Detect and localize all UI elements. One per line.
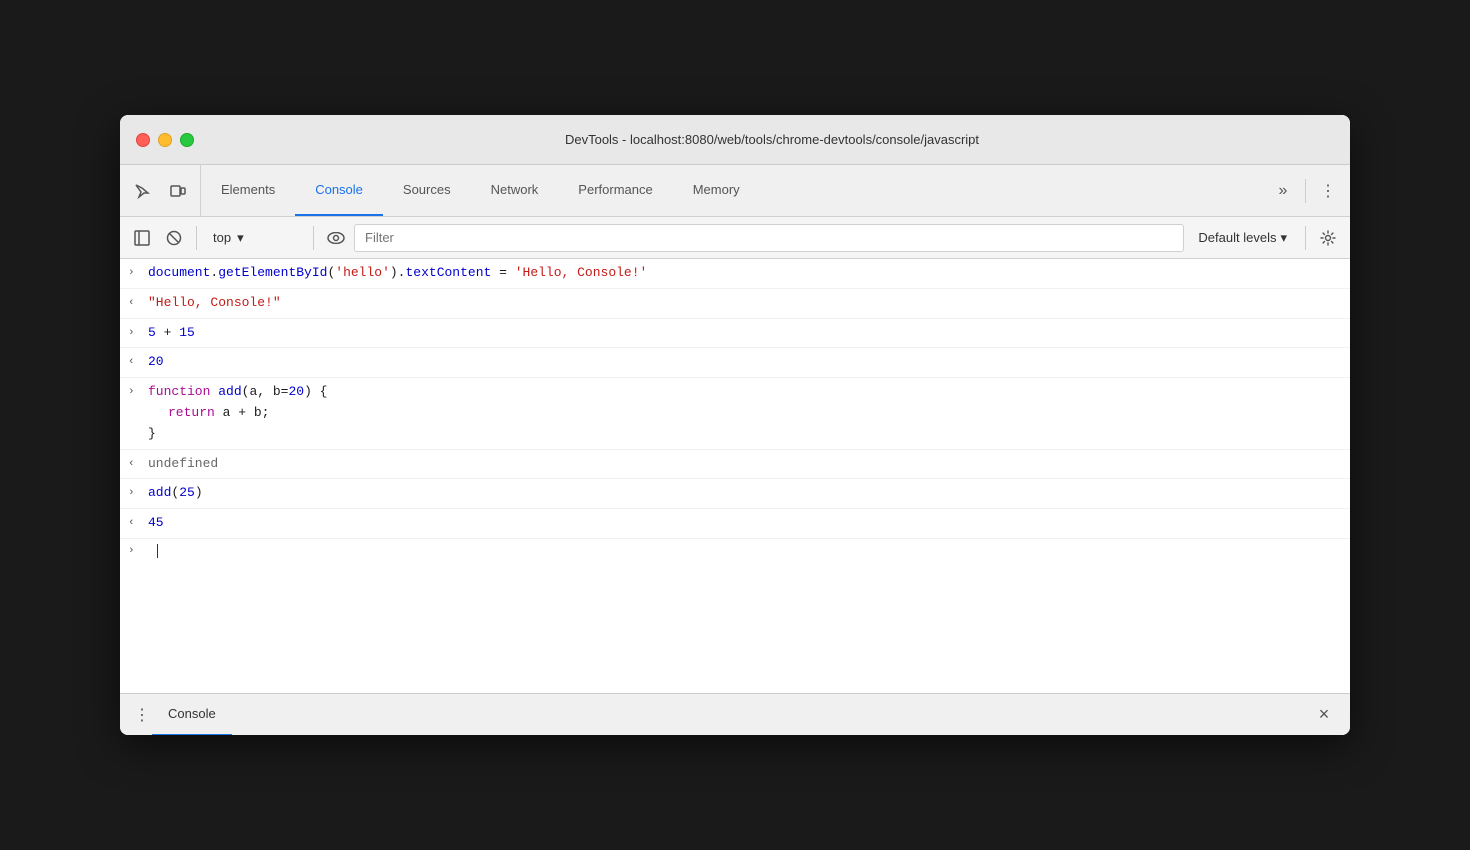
drawer-console-tab[interactable]: Console — [152, 694, 232, 736]
tab-memory[interactable]: Memory — [673, 165, 760, 216]
toolbar-divider-2 — [313, 226, 314, 250]
inspect-icon[interactable] — [128, 177, 156, 205]
drawer-menu-button[interactable]: ⋮ — [132, 705, 152, 725]
minimize-button[interactable] — [158, 133, 172, 147]
tab-network[interactable]: Network — [471, 165, 559, 216]
devtools-window: DevTools - localhost:8080/web/tools/chro… — [120, 115, 1350, 735]
entry-arrow-input: › — [128, 485, 140, 503]
tab-elements[interactable]: Elements — [201, 165, 295, 216]
maximize-button[interactable] — [180, 133, 194, 147]
console-entry: › document.getElementById('hello').textC… — [120, 259, 1350, 289]
entry-content: document.getElementById('hello').textCon… — [148, 263, 1342, 284]
entry-arrow-output: ‹ — [128, 295, 140, 313]
toolbar-divider-1 — [196, 226, 197, 250]
traffic-lights — [136, 133, 194, 147]
devtools-menu-button[interactable]: ⋮ — [1314, 177, 1342, 205]
entry-content: 20 — [148, 352, 1342, 373]
more-tabs-button[interactable]: » — [1269, 177, 1297, 205]
tabs-bar: Elements Console Sources Network Perform… — [120, 165, 1350, 217]
title-bar: DevTools - localhost:8080/web/tools/chro… — [120, 115, 1350, 165]
console-input-cursor[interactable] — [156, 543, 158, 558]
tab-performance[interactable]: Performance — [558, 165, 672, 216]
tab-console[interactable]: Console — [295, 165, 383, 216]
entry-arrow-output: ‹ — [128, 354, 140, 372]
entry-content: 5 + 15 — [148, 323, 1342, 344]
live-expressions-button[interactable] — [322, 224, 350, 252]
console-entry: › function add(a, b=20) { return a + b; … — [120, 378, 1350, 449]
context-selector[interactable]: top ▾ — [205, 224, 305, 252]
tabs-end: » ⋮ — [1261, 165, 1350, 216]
default-levels-button[interactable]: Default levels ▾ — [1188, 224, 1297, 252]
entry-arrow-input: › — [128, 325, 140, 343]
drawer-close-button[interactable]: × — [1310, 701, 1338, 729]
cursor — [157, 544, 158, 558]
entry-content: function add(a, b=20) { return a + b; } — [148, 382, 1342, 444]
close-button[interactable] — [136, 133, 150, 147]
bottom-drawer: ⋮ Console × — [120, 693, 1350, 735]
console-entry: ‹ "Hello, Console!" — [120, 289, 1350, 319]
console-output[interactable]: › document.getElementById('hello').textC… — [120, 259, 1350, 693]
entry-arrow-output: ‹ — [128, 515, 140, 533]
console-entry: ‹ 45 — [120, 509, 1350, 539]
console-toolbar: top ▾ Default levels ▾ — [120, 217, 1350, 259]
toolbar-divider-3 — [1305, 226, 1306, 250]
filter-input[interactable] — [354, 224, 1184, 252]
console-entry: ‹ 20 — [120, 348, 1350, 378]
entry-arrow-output: ‹ — [128, 456, 140, 474]
entry-content: "Hello, Console!" — [148, 293, 1342, 314]
entry-arrow-input: › — [128, 384, 140, 402]
console-entry: › add(25) — [120, 479, 1350, 509]
tab-sources[interactable]: Sources — [383, 165, 471, 216]
console-entry: › 5 + 15 — [120, 319, 1350, 349]
divider — [1305, 179, 1306, 203]
entry-arrow-input: › — [128, 265, 140, 283]
console-entry: ‹ undefined — [120, 450, 1350, 480]
settings-button[interactable] — [1314, 224, 1342, 252]
console-input-line[interactable]: › — [120, 539, 1350, 562]
device-mode-icon[interactable] — [164, 177, 192, 205]
tab-icon-group — [120, 165, 201, 216]
entry-content: undefined — [148, 454, 1342, 475]
sidebar-toggle-button[interactable] — [128, 224, 156, 252]
window-title: DevTools - localhost:8080/web/tools/chro… — [210, 132, 1334, 147]
entry-arrow-input: › — [128, 545, 140, 557]
entry-content: 45 — [148, 513, 1342, 534]
tabs-list: Elements Console Sources Network Perform… — [201, 165, 1261, 216]
clear-console-button[interactable] — [160, 224, 188, 252]
entry-content: add(25) — [148, 483, 1342, 504]
